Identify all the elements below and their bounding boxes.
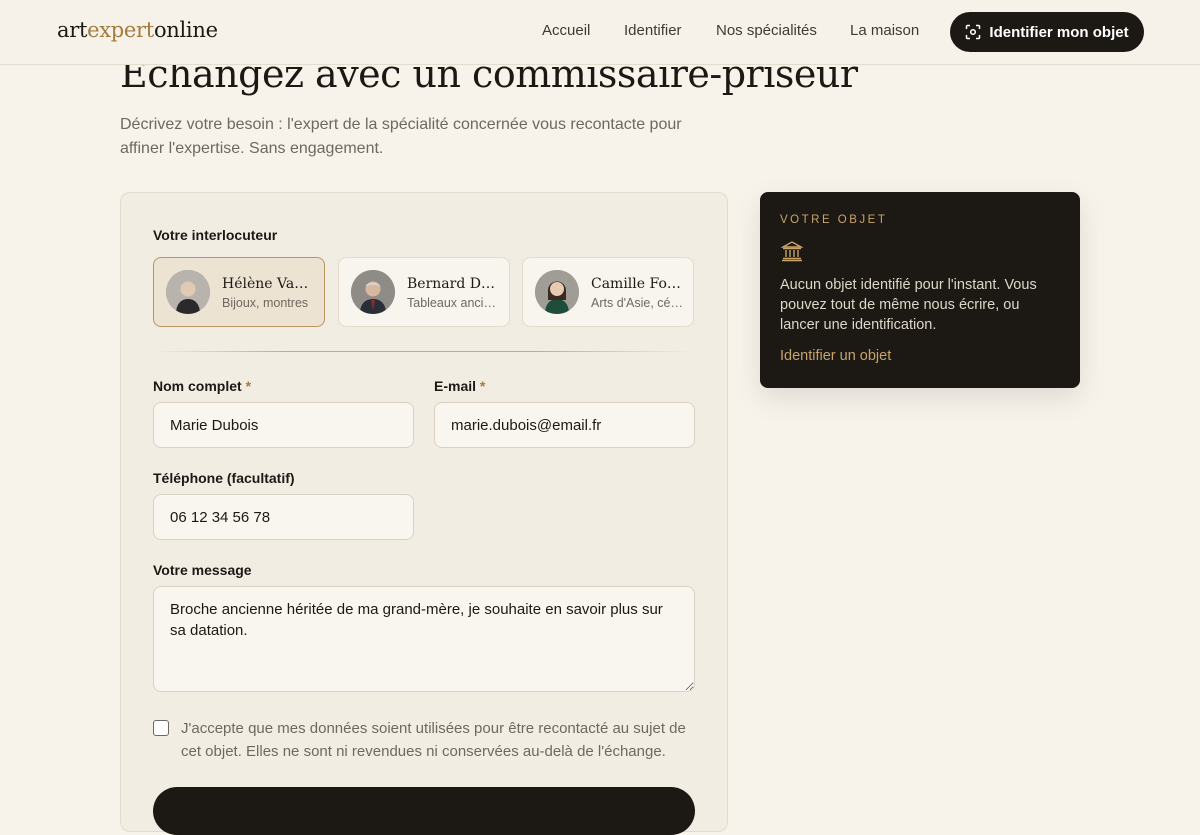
message-label: Votre message xyxy=(153,562,252,578)
nav-link-accueil[interactable]: Accueil xyxy=(542,22,590,39)
email-label: E-mail * xyxy=(434,378,485,394)
object-card-text: Aucun objet identifié pour l'instant. Vo… xyxy=(780,277,1037,333)
consent-text: J'accepte que mes données soient utilisé… xyxy=(181,720,686,760)
phone-input[interactable] xyxy=(153,494,414,540)
name-label: Nom complet * xyxy=(153,378,251,394)
full-name-input[interactable] xyxy=(153,402,414,448)
identify-object-button[interactable]: Identifier mon objet xyxy=(950,12,1144,52)
expert-specialty: Bijoux, montres xyxy=(222,296,309,310)
expert-name: Bernard Delorme xyxy=(407,276,499,292)
scan-icon xyxy=(966,24,981,40)
page-subtitle: Décrivez votre besoin : l'expert de la s… xyxy=(120,116,682,157)
email-label-text: E-mail xyxy=(434,378,477,394)
expert-specialty: Tableaux anciens xyxy=(407,296,499,310)
section-divider xyxy=(153,351,695,352)
contact-form-card: Votre interlocuteur Hélène Vassal Bijoux… xyxy=(120,192,728,835)
expert-card-bernard[interactable]: Bernard Delorme Tableaux anciens xyxy=(338,257,510,327)
expert-avatar xyxy=(535,270,579,314)
expert-avatar xyxy=(351,270,395,314)
museum-icon xyxy=(781,241,803,262)
message-textarea[interactable]: Broche ancienne héritée de ma grand-mère… xyxy=(153,586,695,692)
expert-specialty: Arts d'Asie, céramiques xyxy=(591,296,683,310)
expert-card-camille[interactable]: Camille Fontaine Arts d'Asie, céramiques xyxy=(522,257,694,327)
logo-part-art: art xyxy=(57,18,88,42)
expert-name: Camille Fontaine xyxy=(591,276,683,292)
required-mark: * xyxy=(479,378,486,394)
identify-object-link[interactable]: Identifier un objet xyxy=(780,348,891,364)
required-mark: * xyxy=(245,378,252,394)
identify-object-button-label: Identifier mon objet xyxy=(989,23,1129,41)
nav-link-identifier[interactable]: Identifier xyxy=(624,22,682,39)
top-navigation-bar: artexpertonline Accueil Identifier Nos s… xyxy=(0,0,1200,65)
nav-link-la-maison[interactable]: La maison xyxy=(850,22,919,39)
consent-checkbox[interactable] xyxy=(153,720,169,736)
logo-part-expert: expert xyxy=(87,18,154,42)
name-label-text: Nom complet xyxy=(153,378,242,394)
your-object-card: VOTRE OBJET Aucun objet identifié pour l… xyxy=(760,192,1080,388)
interlocutor-label: Votre interlocuteur xyxy=(153,227,278,243)
site-logo[interactable]: artexpertonline xyxy=(57,18,218,42)
nav-link-specialites[interactable]: Nos spécialités xyxy=(716,22,817,39)
submit-button[interactable] xyxy=(153,787,695,835)
expert-name: Hélène Vassal xyxy=(222,276,314,292)
expert-card-helene[interactable]: Hélène Vassal Bijoux, montres xyxy=(153,257,325,327)
email-input[interactable] xyxy=(434,402,695,448)
object-card-eyebrow: VOTRE OBJET xyxy=(780,214,888,226)
expert-avatar xyxy=(166,270,210,314)
phone-label: Téléphone (facultatif) xyxy=(153,470,295,486)
logo-part-online: online xyxy=(153,18,218,42)
